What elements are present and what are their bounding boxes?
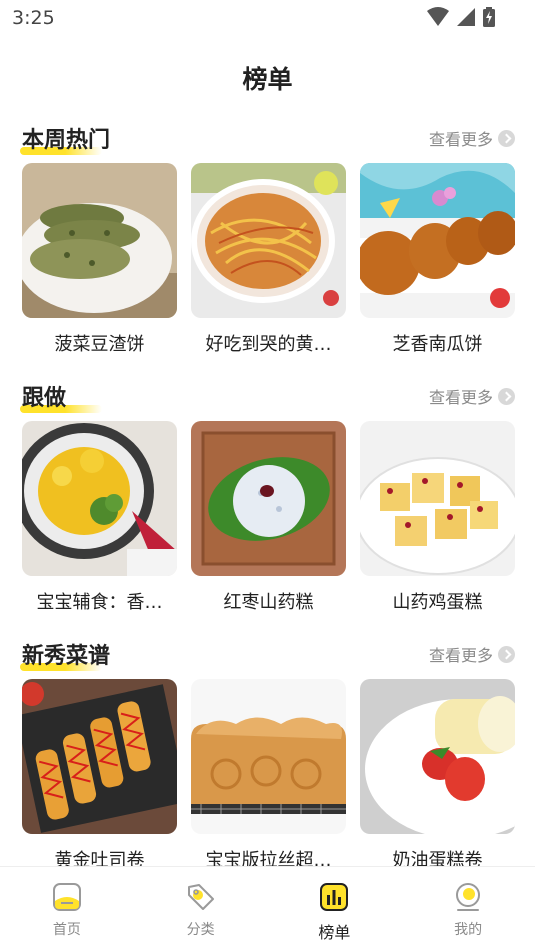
- recipe-title: 芝香南瓜饼: [392, 334, 483, 355]
- section-header: 新秀菜谱 查看更多: [0, 638, 535, 678]
- profile-icon: [456, 883, 481, 911]
- recipe-image: [191, 679, 346, 834]
- see-more-label: 查看更多: [428, 130, 493, 149]
- section-title: 本周热门: [22, 128, 111, 153]
- status-icons: [427, 7, 495, 27]
- recipe-image: [360, 679, 515, 834]
- chevron-right-icon: [498, 387, 515, 405]
- recipe-card[interactable]: 芝香南瓜饼: [360, 163, 515, 356]
- card-row: 黄金吐司卷 宝宝版拉丝超… 奶油蛋糕卷: [22, 679, 515, 872]
- ranking-chart-icon: [320, 883, 349, 911]
- tab-profile[interactable]: 我的: [401, 867, 535, 951]
- recipe-image: [22, 163, 177, 318]
- recipe-image: [360, 163, 515, 318]
- recipe-image: [22, 421, 177, 576]
- see-more-label: 查看更多: [428, 388, 493, 407]
- see-more-label: 查看更多: [428, 646, 493, 665]
- recipe-image: [191, 421, 346, 576]
- section-header: 跟做 查看更多: [0, 380, 535, 420]
- recipe-image: [22, 679, 177, 834]
- see-more-link[interactable]: 查看更多: [429, 384, 515, 408]
- status-bar: 3:25: [0, 0, 535, 38]
- section-weekly-hot: 本周热门 查看更多 菠菜豆渣饼 好吃到哭的黄… 芝香南瓜饼: [0, 122, 535, 355]
- recipe-card[interactable]: 山药鸡蛋糕: [360, 421, 515, 614]
- chevron-right-icon: [498, 645, 515, 663]
- recipe-card[interactable]: 宝宝版拉丝超…: [191, 679, 346, 872]
- home-icon: [52, 883, 81, 911]
- recipe-title: 菠菜豆渣饼: [54, 334, 145, 355]
- recipe-image: [191, 163, 346, 318]
- card-row: 宝宝辅食：香… 红枣山药糕 山药鸡蛋糕: [22, 421, 515, 614]
- recipe-title: 宝宝辅食：香…: [36, 592, 163, 613]
- recipe-card[interactable]: 好吃到哭的黄…: [191, 163, 346, 356]
- recipe-title: 好吃到哭的黄…: [205, 334, 332, 355]
- chevron-right-icon: [498, 129, 515, 147]
- tab-label: 我的: [454, 922, 483, 938]
- recipe-card[interactable]: 黄金吐司卷: [22, 679, 177, 872]
- bottom-tab-bar: 首页 分类 榜单 我的: [0, 866, 535, 951]
- battery-icon: [483, 7, 495, 27]
- see-more-link[interactable]: 查看更多: [429, 642, 515, 666]
- tab-ranking[interactable]: 榜单: [268, 867, 402, 951]
- wifi-icon: [427, 7, 449, 26]
- tab-home[interactable]: 首页: [0, 867, 134, 951]
- section-header: 本周热门 查看更多: [0, 122, 535, 162]
- section-new-recipes: 新秀菜谱 查看更多 黄金吐司卷 宝宝版拉丝超… 奶油蛋糕卷: [0, 638, 535, 871]
- tab-category[interactable]: 分类: [134, 867, 268, 951]
- recipe-image: [360, 421, 515, 576]
- tab-label: 榜单: [318, 923, 351, 942]
- card-row: 菠菜豆渣饼 好吃到哭的黄… 芝香南瓜饼: [22, 163, 515, 356]
- section-title: 新秀菜谱: [22, 644, 111, 669]
- status-time: 3:25: [12, 7, 55, 29]
- page-title: 榜单: [242, 65, 293, 94]
- section-follow: 跟做 查看更多 宝宝辅食：香… 红枣山药糕 山药鸡蛋糕: [0, 380, 535, 613]
- recipe-card[interactable]: 宝宝辅食：香…: [22, 421, 177, 614]
- signal-icon: [457, 8, 475, 26]
- category-tag-icon: [187, 884, 214, 910]
- recipe-card[interactable]: 菠菜豆渣饼: [22, 163, 177, 356]
- section-title: 跟做: [22, 386, 67, 411]
- recipe-title: 红枣山药糕: [223, 592, 314, 613]
- recipe-title: 山药鸡蛋糕: [392, 592, 483, 613]
- see-more-link[interactable]: 查看更多: [429, 126, 515, 150]
- recipe-card[interactable]: 奶油蛋糕卷: [360, 679, 515, 872]
- tab-label: 首页: [52, 922, 81, 938]
- recipe-card[interactable]: 红枣山药糕: [191, 421, 346, 614]
- tab-label: 分类: [186, 922, 215, 938]
